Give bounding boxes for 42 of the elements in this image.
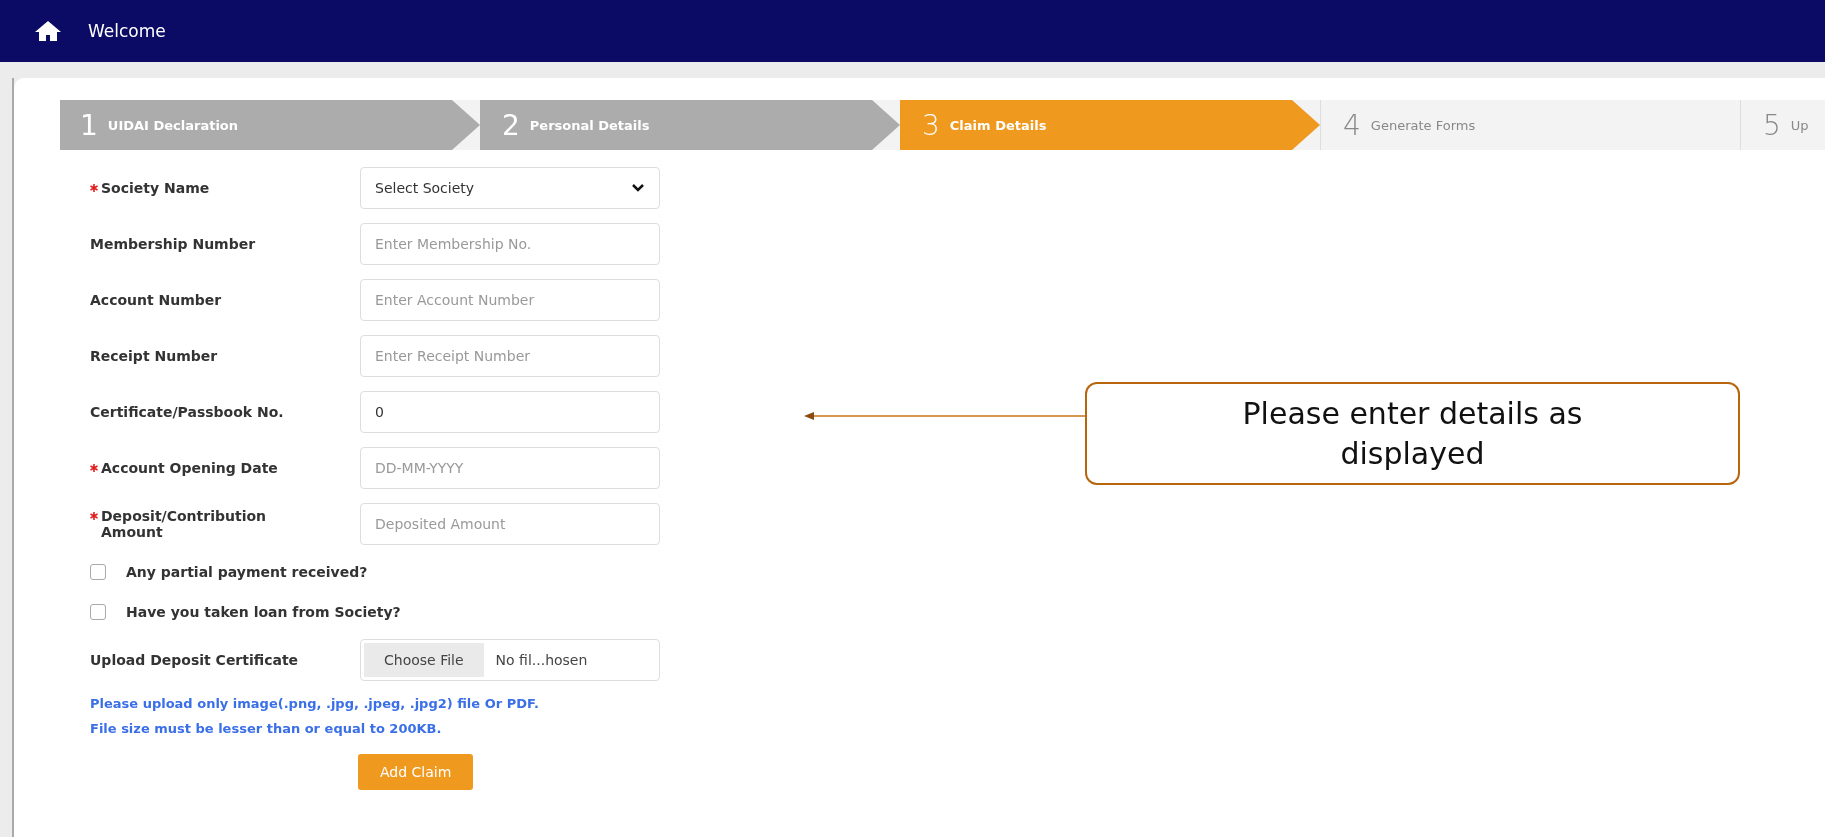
field-label: Account Opening Date bbox=[101, 460, 278, 476]
step-tab[interactable]: 3 Claim Details bbox=[900, 100, 1320, 150]
checkbox[interactable] bbox=[90, 564, 106, 580]
step-label: Generate Forms bbox=[1370, 117, 1476, 133]
step-number: 2 bbox=[502, 108, 520, 142]
upload-note: Please upload only image(.png, .jpg, .jpeg, .jpg2) file Or PDF. bbox=[90, 696, 540, 711]
input-field[interactable]: DD-MM-YYYY bbox=[360, 447, 660, 489]
checkbox-label: Any partial payment received? bbox=[126, 564, 368, 580]
step-number: 5 bbox=[1763, 108, 1781, 142]
file-input[interactable]: Choose File No fil...hosen bbox=[360, 639, 660, 681]
field-label: Certificate/Passbook No. bbox=[90, 404, 284, 420]
step-tab[interactable]: 1 UIDAI Declaration bbox=[60, 100, 480, 150]
header-title: Welcome bbox=[88, 21, 166, 41]
step-number: 3 bbox=[922, 108, 940, 142]
field-label: Membership Number bbox=[90, 236, 256, 252]
checkbox[interactable] bbox=[90, 604, 106, 620]
step-label: Up bbox=[1790, 117, 1809, 133]
field-label: Society Name bbox=[101, 180, 210, 196]
step-number: 4 bbox=[1343, 108, 1361, 142]
field-label: Deposit/Contribution Amount bbox=[101, 508, 267, 540]
add-claim-button[interactable]: Add Claim bbox=[358, 754, 474, 790]
home-icon[interactable] bbox=[34, 19, 62, 43]
input-field[interactable]: Deposited Amount bbox=[360, 503, 660, 545]
input-field[interactable]: 0 bbox=[360, 391, 660, 433]
input-field[interactable]: Enter Membership No. bbox=[360, 223, 660, 265]
callout-box: Please enter details as displayed bbox=[1085, 382, 1740, 485]
field-label: Upload Deposit Certificate bbox=[90, 652, 299, 668]
input-field[interactable]: Enter Receipt Number bbox=[360, 335, 660, 377]
upload-note: File size must be lesser than or equal to 200KB. bbox=[90, 721, 443, 736]
step-number: 1 bbox=[80, 108, 98, 142]
step-label: Claim Details bbox=[949, 117, 1047, 133]
step-label: UIDAI Declaration bbox=[107, 117, 239, 133]
choose-file-button[interactable]: Choose File bbox=[364, 643, 484, 677]
society-select[interactable]: Select Society bbox=[360, 167, 660, 209]
checkbox-label: Have you taken loan from Society? bbox=[126, 604, 401, 620]
file-name: No fil...hosen bbox=[494, 651, 588, 670]
chevron-down-icon bbox=[631, 183, 645, 193]
field-label: Account Number bbox=[90, 292, 222, 308]
input-field[interactable]: Enter Account Number bbox=[360, 279, 660, 321]
field-label: Receipt Number bbox=[90, 348, 218, 364]
step-tab[interactable]: 2 Personal Details bbox=[480, 100, 900, 150]
step-label: Personal Details bbox=[529, 117, 650, 133]
